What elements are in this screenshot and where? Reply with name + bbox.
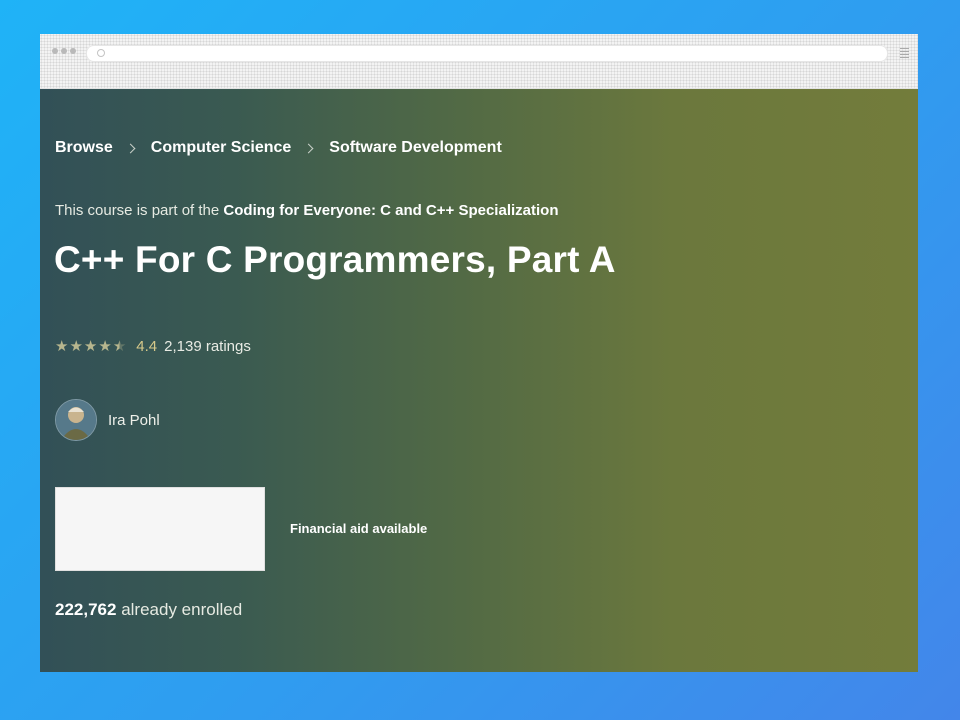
- address-bar[interactable]: [86, 45, 888, 62]
- chevron-right-icon: [303, 143, 314, 153]
- breadcrumb: Browse Computer Science Software Develop…: [55, 139, 502, 157]
- search-icon: [97, 49, 105, 57]
- star-half-icon: ★: [112, 338, 127, 355]
- star-rating: ★ ★ ★ ★ ★: [55, 339, 126, 354]
- enrolled-number: 222,762: [55, 600, 117, 619]
- specialization-note: This course is part of the Coding for Ev…: [55, 202, 558, 219]
- star-full-icon: ★: [98, 338, 112, 355]
- window-dot: [61, 48, 67, 54]
- enrolled-suffix: already enrolled: [121, 600, 243, 619]
- course-rating: ★ ★ ★ ★ ★ 4.4 2,139 ratings: [55, 338, 251, 355]
- instructor[interactable]: Ira Pohl: [55, 399, 160, 441]
- browser-toolbar: [40, 34, 918, 89]
- course-hero-banner: Browse Computer Science Software Develop…: [40, 89, 918, 672]
- specialization-link[interactable]: Coding for Everyone: C and C++ Specializ…: [223, 202, 558, 219]
- chevron-right-icon: [125, 143, 136, 153]
- instructor-avatar-icon: [56, 400, 96, 440]
- browser-window: Browse Computer Science Software Develop…: [40, 34, 918, 672]
- window-dot: [70, 48, 76, 54]
- financial-aid-link[interactable]: Financial aid available: [290, 521, 427, 536]
- breadcrumb-item-software-development[interactable]: Software Development: [329, 139, 501, 157]
- rating-value: 4.4: [136, 338, 158, 355]
- star-full-icon: ★: [69, 338, 83, 355]
- hamburger-menu-icon[interactable]: [900, 48, 909, 58]
- star-full-icon: ★: [83, 338, 98, 355]
- window-dot: [52, 48, 58, 54]
- breadcrumb-item-computer-science[interactable]: Computer Science: [151, 139, 291, 157]
- instructor-name[interactable]: Ira Pohl: [108, 412, 160, 429]
- window-controls-icon[interactable]: [52, 48, 76, 54]
- rating-count-link[interactable]: 2,139 ratings: [164, 338, 251, 355]
- breadcrumb-item-browse[interactable]: Browse: [55, 139, 113, 157]
- enrollment-count: 222,762 already enrolled: [55, 600, 242, 620]
- specialization-prefix: This course is part of the: [55, 202, 220, 219]
- page-title: C++ For C Programmers, Part A: [54, 239, 616, 280]
- star-full-icon: ★: [55, 338, 69, 355]
- enroll-button[interactable]: [55, 487, 265, 571]
- avatar[interactable]: [55, 399, 97, 441]
